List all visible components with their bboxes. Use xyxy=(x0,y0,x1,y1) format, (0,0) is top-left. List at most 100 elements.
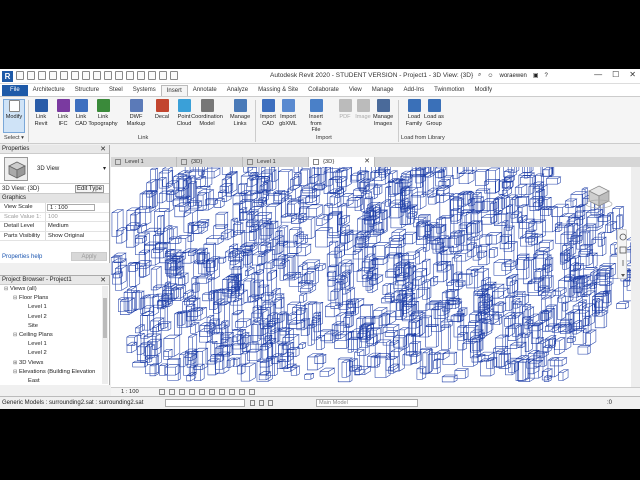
tab-modify[interactable]: Modify xyxy=(470,85,498,96)
view-scale[interactable]: 1 : 100 xyxy=(121,388,139,396)
pdf-button[interactable]: PDF xyxy=(335,99,355,121)
sync-icon[interactable] xyxy=(38,71,46,80)
modify-button[interactable]: Modify xyxy=(3,99,25,133)
shadows-icon[interactable] xyxy=(189,389,195,395)
browser-scrollbar[interactable] xyxy=(102,286,108,384)
link-ifc-button[interactable]: Link IFC xyxy=(53,99,73,127)
show-crop-icon[interactable] xyxy=(219,389,225,395)
insert-from-file-button[interactable]: Insert from File xyxy=(306,99,326,134)
tab-architecture[interactable]: Architecture xyxy=(28,85,70,96)
apply-button[interactable]: Apply xyxy=(71,252,107,261)
property-value[interactable]: 100 xyxy=(46,213,109,222)
maximize-button[interactable]: ☐ xyxy=(612,70,619,79)
graphics-section[interactable]: Graphics xyxy=(0,194,109,203)
crop-view-icon[interactable] xyxy=(209,389,215,395)
manage-links-button[interactable]: Manage Links xyxy=(230,99,250,127)
tree-item[interactable]: Level 1 xyxy=(0,340,109,349)
temp-hide-icon[interactable] xyxy=(239,389,245,395)
dwf-markup-button[interactable]: DWF Markup xyxy=(126,99,146,127)
editable-only-icon[interactable] xyxy=(259,400,264,406)
tab-massing-site[interactable]: Massing & Site xyxy=(253,85,303,96)
coordination-model-button[interactable]: Coordination Model xyxy=(190,99,224,127)
print-icon[interactable] xyxy=(71,71,79,80)
tab-steel[interactable]: Steel xyxy=(104,85,128,96)
revit-logo-icon[interactable]: R xyxy=(2,71,13,82)
redo-icon[interactable] xyxy=(60,71,68,80)
minimize-button[interactable]: — xyxy=(594,70,602,79)
tree-item[interactable]: ⊞ 3D Views xyxy=(0,359,109,368)
import-gbxml-button[interactable]: Import gbXML xyxy=(278,99,298,127)
property-value[interactable]: Medium xyxy=(46,222,109,231)
tree-item[interactable]: ⊟ Views (all) xyxy=(0,285,109,294)
sync-status-icon[interactable] xyxy=(250,400,255,406)
tab-annotate[interactable]: Annotate xyxy=(188,85,222,96)
tree-item[interactable]: ⊟ Floor Plans xyxy=(0,294,109,303)
edit-type-button[interactable]: Edit Type xyxy=(75,185,104,193)
view-tab[interactable]: Level 1 xyxy=(111,157,177,167)
3d-view-icon[interactable] xyxy=(126,71,134,80)
tab-structure[interactable]: Structure xyxy=(70,85,104,96)
close-icon[interactable]: ✕ xyxy=(100,145,106,154)
tab-view[interactable]: View xyxy=(344,85,367,96)
load-as-group-button[interactable]: Load as Group xyxy=(424,99,444,127)
tree-item[interactable]: Site xyxy=(0,322,109,331)
view-selector[interactable]: 3D View: {3D} xyxy=(2,186,39,192)
detail-level-icon[interactable] xyxy=(159,389,165,395)
view-tab[interactable]: {3D} xyxy=(177,157,243,167)
text-icon[interactable] xyxy=(115,71,123,80)
username[interactable]: woraewen xyxy=(500,73,527,79)
close-icon[interactable]: ✕ xyxy=(364,157,370,167)
switch-windows-icon[interactable] xyxy=(170,71,178,80)
select-group-label[interactable]: Select ▾ xyxy=(4,135,24,141)
reveal-hidden-icon[interactable] xyxy=(249,389,255,395)
property-value[interactable]: Show Original xyxy=(46,232,109,241)
property-row[interactable]: Parts Visibility Show Original xyxy=(0,231,109,242)
scroll-thumb[interactable] xyxy=(103,298,107,338)
tab-analyze[interactable]: Analyze xyxy=(222,85,253,96)
property-value[interactable]: 1 : 100 xyxy=(47,204,95,211)
workset-selector[interactable] xyxy=(165,399,245,407)
close-icon[interactable]: ✕ xyxy=(100,276,106,285)
viewcube-icon[interactable] xyxy=(585,182,613,210)
property-row[interactable]: Scale Value 1: 100 xyxy=(0,212,109,223)
tab-insert[interactable]: Insert xyxy=(160,85,188,96)
tree-item[interactable]: East xyxy=(0,377,109,386)
close-button[interactable]: ✕ xyxy=(629,70,636,79)
section-icon[interactable] xyxy=(137,71,145,80)
close-hidden-icon[interactable] xyxy=(159,71,167,80)
tab-twinmotion[interactable]: Twinmotion xyxy=(429,85,469,96)
tree-item[interactable]: ⊟ Elevations (Building Elevation xyxy=(0,368,109,377)
tag-icon[interactable] xyxy=(104,71,112,80)
tree-item[interactable]: Level 2 xyxy=(0,313,109,322)
cart-icon[interactable]: ▣ xyxy=(533,72,539,79)
render-icon[interactable] xyxy=(199,389,205,395)
tab-file[interactable]: File xyxy=(2,85,28,96)
tab-manage[interactable]: Manage xyxy=(367,85,399,96)
tab-add-ins[interactable]: Add-Ins xyxy=(398,85,429,96)
navigation-bar[interactable] xyxy=(617,229,627,279)
save-icon[interactable] xyxy=(27,71,35,80)
measure-icon[interactable] xyxy=(82,71,90,80)
decal-button[interactable]: Decal xyxy=(152,99,172,121)
visual-style-icon[interactable] xyxy=(169,389,175,395)
image-button[interactable]: Image xyxy=(353,99,373,121)
type-selector[interactable]: 3D View ▾ xyxy=(0,154,109,184)
manage-images-button[interactable]: Manage Images xyxy=(373,99,393,127)
3d-view-canvas[interactable] xyxy=(111,167,631,387)
properties-help-link[interactable]: Properties help xyxy=(2,254,42,260)
tree-item[interactable]: Level 2 xyxy=(0,349,109,358)
dimension-icon[interactable] xyxy=(93,71,101,80)
filter-icon[interactable] xyxy=(268,400,273,406)
tab-collaborate[interactable]: Collaborate xyxy=(303,85,344,96)
sun-path-icon[interactable] xyxy=(179,389,185,395)
tree-item[interactable]: Level 1 xyxy=(0,303,109,312)
canvas-scrollbar[interactable] xyxy=(631,167,640,387)
link-revit-button[interactable]: Link Revit xyxy=(31,99,51,127)
lock-3d-icon[interactable] xyxy=(229,389,235,395)
tab-systems[interactable]: Systems xyxy=(128,85,161,96)
user-icon[interactable]: ☺ xyxy=(487,73,493,79)
view-tab[interactable]: Level 1 xyxy=(243,157,309,167)
property-row[interactable]: Detail Level Medium xyxy=(0,222,109,232)
view-tab[interactable]: {3D} ✕ xyxy=(309,157,375,167)
thin-lines-icon[interactable] xyxy=(148,71,156,80)
